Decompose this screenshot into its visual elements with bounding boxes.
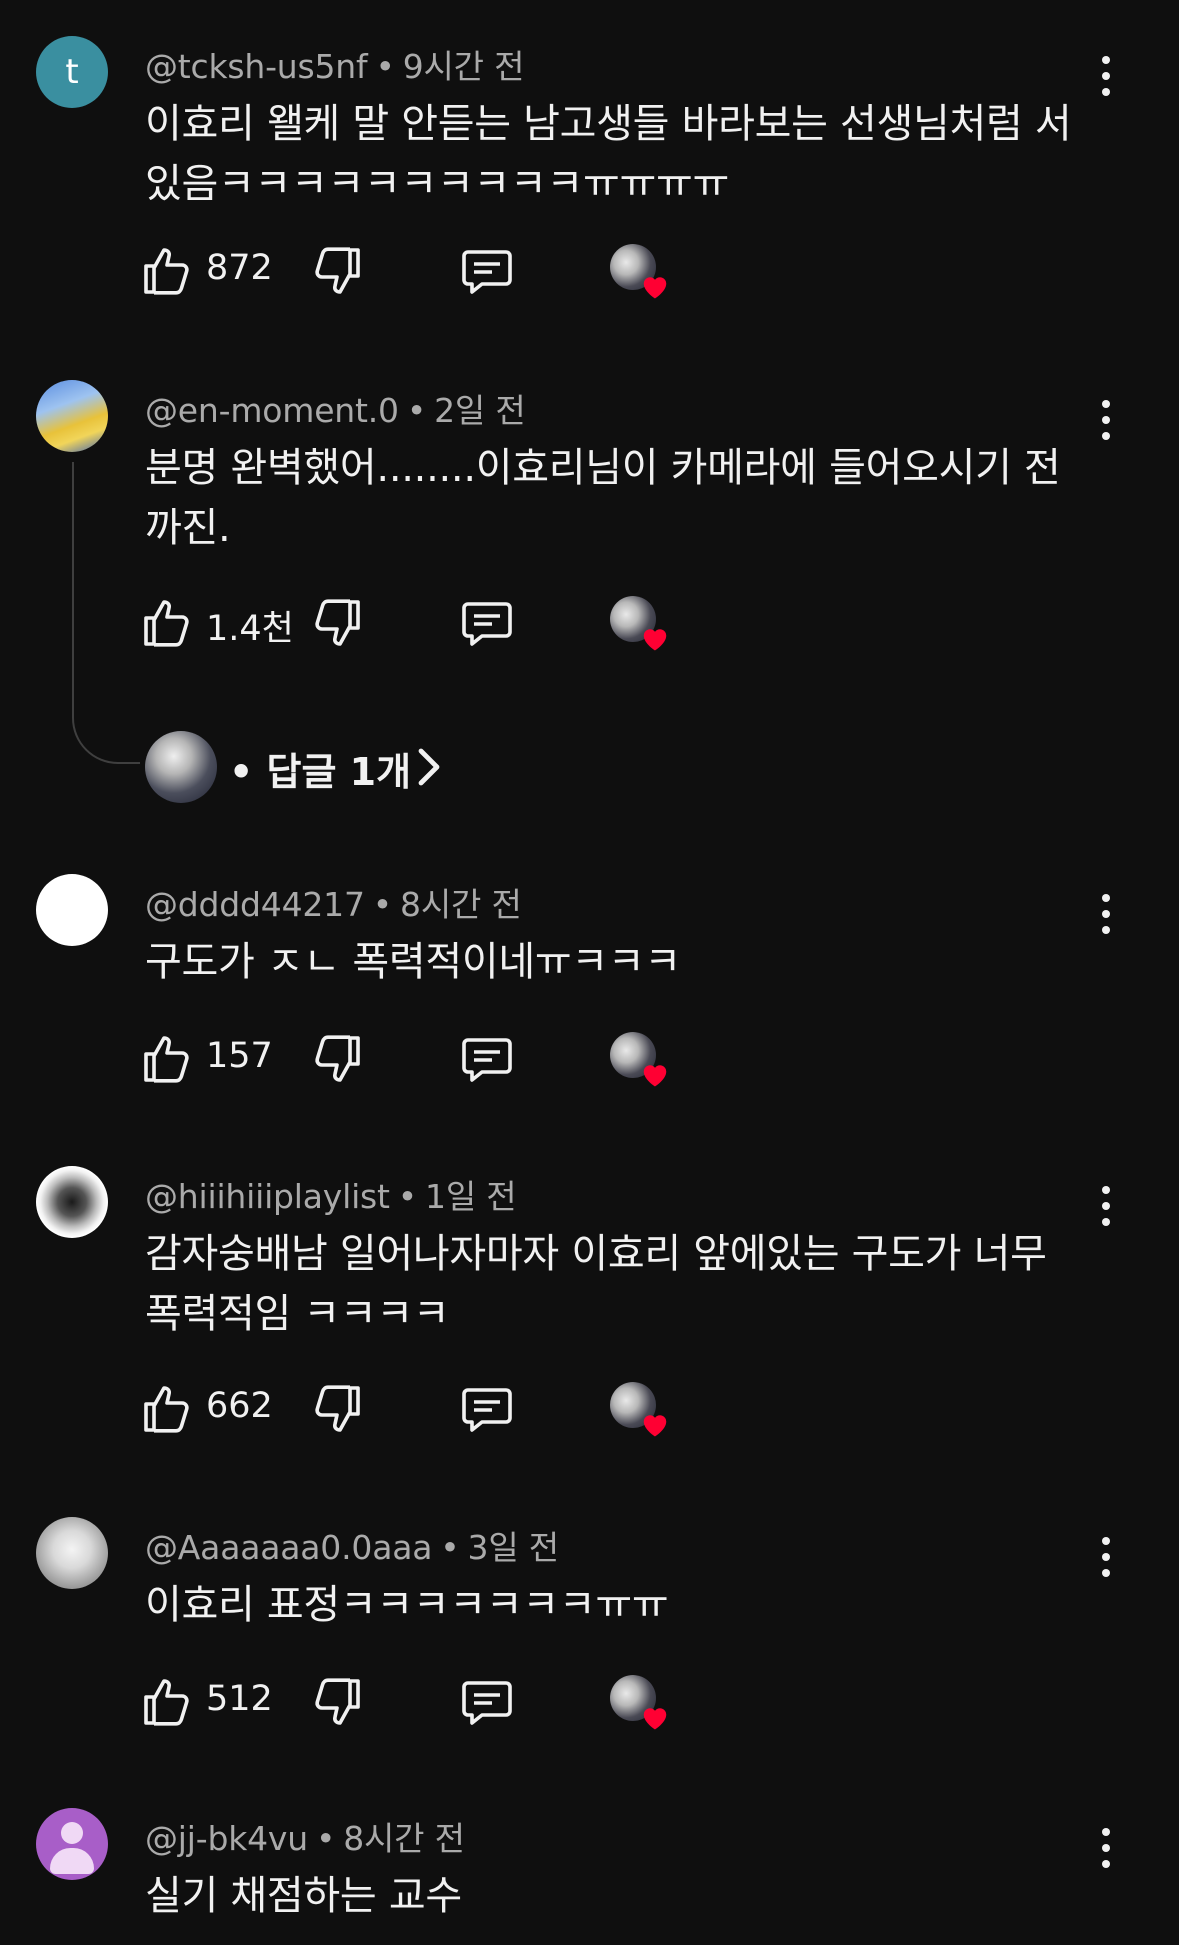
comment-header: @dddd44217 • 8시간 전	[145, 878, 522, 926]
comment-time[interactable]: 8시간 전	[400, 885, 522, 924]
separator-dot: •	[375, 47, 395, 86]
comment-author[interactable]: @Aaaaaaa0.0aaa	[145, 1528, 432, 1567]
like-count: 157	[206, 1036, 273, 1076]
comment-author[interactable]: @tcksh-us5nf	[145, 47, 368, 86]
separator-dot: •	[397, 1177, 418, 1216]
like-count: 662	[206, 1386, 273, 1426]
comment-time[interactable]: 2일 전	[434, 391, 526, 430]
avatar[interactable]	[36, 1808, 108, 1880]
thumbs-up-icon[interactable]	[140, 1673, 192, 1729]
avatar[interactable]	[36, 874, 108, 946]
comment-text: 이효리 표정ㅋㅋㅋㅋㅋㅋㅋㅠㅠ	[145, 1582, 669, 1628]
comment-author[interactable]: @hiiihiiiplaylist	[145, 1177, 390, 1216]
thumbs-up-icon[interactable]	[140, 1030, 192, 1086]
creator-heart-icon	[610, 244, 674, 302]
comment-text: 분명 완벽했어........이효리님이 카메라에 들어오시기 전까진.	[145, 445, 1061, 551]
separator-dot: •	[315, 1819, 336, 1858]
comment-author[interactable]: @jj-bk4vu	[145, 1819, 308, 1858]
separator-dot: •	[440, 1528, 460, 1567]
creator-heart-icon	[610, 1675, 674, 1733]
comment-time[interactable]: 9시간 전	[403, 47, 525, 86]
comment-text: 이효리 왤케 말 안듣는 남고생들 바라보는 선생님처럼 서 있음ㅋㅋㅋㅋㅋㅋㅋ…	[145, 101, 1072, 207]
more-vert-icon[interactable]	[1090, 1533, 1122, 1581]
comment-actions: 1.4천	[140, 594, 740, 654]
comment-header: @en-moment.0 • 2일 전	[145, 384, 526, 432]
person-icon-body	[50, 1848, 94, 1874]
creator-heart-icon	[610, 1032, 674, 1090]
more-vert-icon[interactable]	[1090, 52, 1122, 100]
person-icon	[61, 1822, 83, 1844]
comment-actions: 662	[140, 1380, 740, 1440]
thumbs-up-icon[interactable]	[140, 242, 192, 298]
comment-text: 구도가 ㅈㄴ 폭력적이네ㅠㅋㅋㅋ	[145, 939, 681, 985]
more-vert-icon[interactable]	[1090, 890, 1122, 938]
thumbs-up-icon[interactable]	[140, 594, 192, 650]
comment-time[interactable]: 8시간 전	[343, 1819, 465, 1858]
separator-dot: •	[406, 391, 427, 430]
comment-time[interactable]: 1일 전	[425, 1177, 517, 1216]
thumbs-down-icon[interactable]	[312, 596, 364, 652]
reply-avatar	[145, 731, 217, 803]
thumbs-down-icon[interactable]	[312, 244, 364, 300]
comment-header: @jj-bk4vu • 8시간 전	[145, 1812, 465, 1860]
thumbs-up-icon[interactable]	[140, 1380, 192, 1436]
comment-author[interactable]: @en-moment.0	[145, 391, 399, 430]
comment-time[interactable]: 3일 전	[468, 1528, 560, 1567]
comment-header: @Aaaaaaa0.0aaa • 3일 전	[145, 1521, 559, 1569]
comment-text: 실기 채점하는 교수	[145, 1873, 462, 1919]
creator-heart-icon	[610, 1382, 674, 1440]
separator-dot: •	[372, 885, 393, 924]
more-vert-icon[interactable]	[1090, 1182, 1122, 1230]
comment-author[interactable]: @dddd44217	[145, 885, 365, 924]
replies-label: • 답글 1개	[229, 750, 412, 794]
avatar[interactable]: t	[36, 36, 108, 108]
reply-comment-icon[interactable]	[460, 1677, 514, 1727]
comment-text: 감자숭배남 일어나자마자 이효리 앞에있는 구도가 너무 폭력적임 ㅋㅋㅋㅋ	[145, 1231, 1047, 1337]
view-replies-button[interactable]: • 답글 1개	[145, 731, 545, 803]
thumbs-down-icon[interactable]	[312, 1032, 364, 1088]
comment-actions: 512	[140, 1673, 740, 1733]
comment-actions: 157	[140, 1030, 740, 1090]
avatar[interactable]	[36, 1166, 108, 1238]
reply-comment-icon[interactable]	[460, 246, 514, 296]
more-vert-icon[interactable]	[1090, 1824, 1122, 1872]
comment-header: @tcksh-us5nf • 9시간 전	[145, 40, 524, 88]
reply-comment-icon[interactable]	[460, 598, 514, 648]
comment-actions: 872	[140, 242, 740, 302]
like-count: 1.4천	[206, 609, 294, 649]
reply-comment-icon[interactable]	[460, 1384, 514, 1434]
more-vert-icon[interactable]	[1090, 396, 1122, 444]
like-count: 872	[206, 248, 273, 288]
like-count: 512	[206, 1679, 273, 1719]
comment-header: @hiiihiiiplaylist • 1일 전	[145, 1170, 517, 1218]
chevron-right-icon	[418, 748, 440, 786]
avatar[interactable]	[36, 380, 108, 452]
reply-comment-icon[interactable]	[460, 1034, 514, 1084]
avatar[interactable]	[36, 1517, 108, 1589]
thumbs-down-icon[interactable]	[312, 1675, 364, 1731]
reply-thread-line	[72, 462, 140, 764]
creator-heart-icon	[610, 596, 674, 654]
thumbs-down-icon[interactable]	[312, 1382, 364, 1438]
